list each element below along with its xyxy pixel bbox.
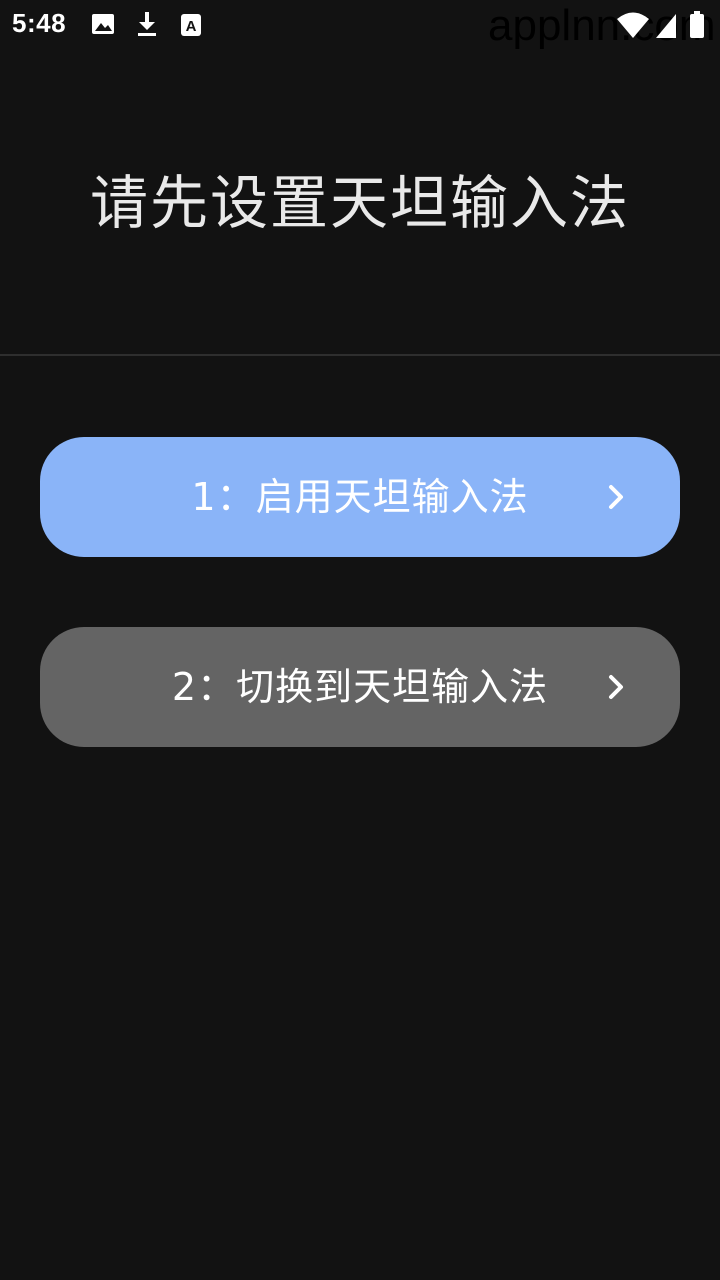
download-icon (134, 10, 160, 38)
divider (0, 354, 720, 356)
switch-input-method-button[interactable]: 2：切换到天坦输入法 (40, 627, 680, 747)
watermark: applnn.com (488, 1, 716, 50)
switch-input-method-label: 2：切换到天坦输入法 (171, 665, 549, 709)
battery-icon (688, 10, 706, 40)
wifi-icon (616, 10, 650, 40)
svg-text:A: A (186, 18, 197, 35)
a-notification-icon: A (178, 10, 204, 38)
status-bar: 5:48 A applnn.com (0, 0, 720, 50)
chevron-right-icon (606, 673, 628, 701)
enable-input-method-label: 1：启用天坦输入法 (191, 475, 529, 519)
enable-input-method-button[interactable]: 1：启用天坦输入法 (40, 437, 680, 557)
page-title: 请先设置天坦输入法 (89, 169, 630, 237)
image-icon (90, 10, 116, 38)
setup-screen: 5:48 A applnn.com 请先设置天坦输入法 1：启用天坦输入法 2：… (0, 0, 720, 1280)
signal-icon (654, 10, 678, 40)
status-time: 5:48 (12, 8, 67, 38)
chevron-right-icon (606, 483, 628, 511)
